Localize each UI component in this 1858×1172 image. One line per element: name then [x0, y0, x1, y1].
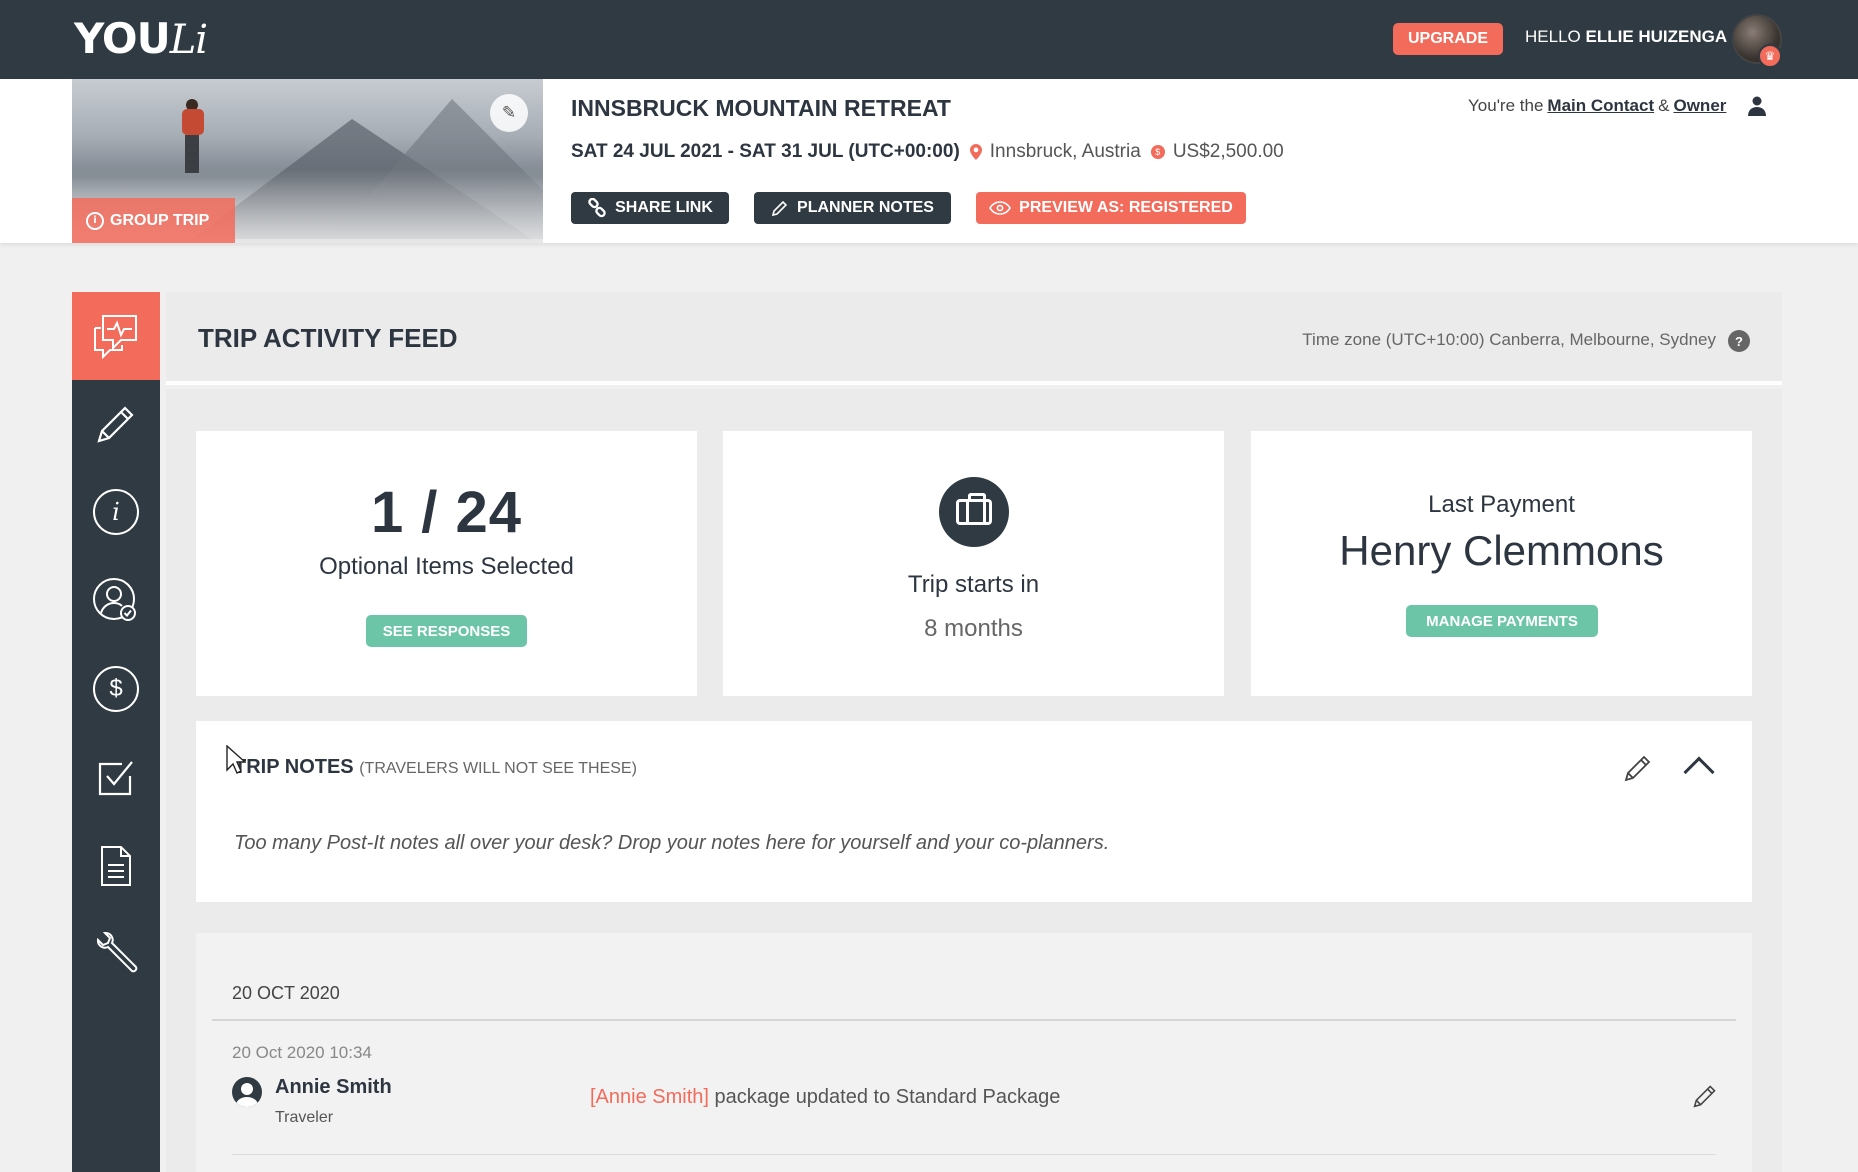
sidebar-item-documents[interactable] — [72, 822, 160, 910]
trip-meta: SAT 24 JUL 2021 - SAT 31 JUL (UTC+00:00)… — [571, 141, 1284, 163]
optional-items-label: Optional Items Selected — [319, 553, 574, 580]
optional-items-card: 1 / 24 Optional Items Selected SEE RESPO… — [196, 431, 697, 696]
manage-payments-button[interactable]: MANAGE PAYMENTS — [1406, 605, 1598, 637]
price-coin-icon: $ — [1150, 145, 1165, 159]
countdown-value: 8 months — [924, 615, 1023, 642]
trip-header: ✎ ⅰ GROUP TRIP INNSBRUCK MOUNTAIN RETREA… — [0, 79, 1858, 243]
divider — [212, 1019, 1736, 1021]
crown-badge-icon: ♛ — [1758, 44, 1782, 68]
wrench-icon — [96, 931, 138, 973]
last-payment-label: Last Payment — [1428, 491, 1575, 518]
sidebar-item-activity-feed[interactable] — [72, 292, 160, 380]
person-icon — [1748, 96, 1767, 116]
edit-entry-icon[interactable] — [1692, 1083, 1718, 1109]
help-icon[interactable]: ? — [1728, 330, 1750, 352]
trip-countdown-card: Trip starts in 8 months — [723, 431, 1224, 696]
collapse-chevron-icon[interactable] — [1683, 756, 1715, 788]
optional-items-count: 1 / 24 — [370, 480, 523, 545]
group-trip-tag: ⅰ GROUP TRIP — [72, 198, 235, 243]
contact-role: You're the Main Contact & Owner — [1468, 96, 1767, 116]
last-payment-card: Last Payment Henry Clemmons MANAGE PAYME… — [1251, 431, 1752, 696]
countdown-label: Trip starts in — [907, 571, 1040, 598]
activity-feed-list: 20 OCT 2020 20 Oct 2020 10:34 Annie Smit… — [196, 933, 1752, 1172]
preview-as-button[interactable]: PREVIEW AS: REGISTERED — [976, 192, 1246, 224]
eye-icon — [989, 201, 1012, 215]
feed-entry-actor[interactable]: [Annie Smith] — [590, 1086, 709, 1108]
sidebar-item-travelers[interactable] — [72, 557, 160, 645]
trip-sidebar: i $ — [72, 292, 160, 1172]
document-icon — [101, 846, 131, 886]
travelers-icon — [93, 578, 136, 621]
suitcase-icon — [939, 477, 1009, 547]
feed-date-heading: 20 OCT 2020 — [232, 983, 340, 1003]
sidebar-item-info[interactable]: i — [72, 468, 160, 556]
info-icon: i — [93, 489, 139, 535]
top-navigation-bar: YOULi UPGRADE HELLO ELLIE HUIZENGA ♛ — [0, 0, 1858, 79]
main-contact-link[interactable]: Main Contact — [1547, 96, 1654, 116]
trip-notes-subtitle: (TRAVELERS WILL NOT SEE THESE) — [359, 760, 637, 777]
pencil-icon — [771, 200, 788, 217]
pencil-icon — [97, 406, 134, 443]
user-name: ELLIE HUIZENGA — [1585, 27, 1728, 46]
trip-price: US$2,500.00 — [1172, 141, 1284, 162]
see-responses-button[interactable]: SEE RESPONSES — [366, 615, 527, 647]
feed-entry-name[interactable]: Annie Smith — [275, 1076, 392, 1099]
checklist-icon — [98, 761, 133, 796]
sidebar-item-edit[interactable] — [72, 380, 160, 468]
planner-notes-button[interactable]: PLANNER NOTES — [754, 192, 951, 224]
location-pin-icon — [969, 144, 982, 160]
activity-feed-header: TRIP ACTIVITY FEED Time zone (UTC+10:00)… — [166, 292, 1782, 385]
owner-link[interactable]: Owner — [1673, 96, 1726, 116]
trip-dates: SAT 24 JUL 2021 - SAT 31 JUL (UTC+00:00) — [571, 141, 960, 162]
edit-notes-icon[interactable] — [1623, 753, 1653, 783]
group-icon: ⅰ — [86, 211, 104, 230]
youli-logo[interactable]: YOULi — [74, 14, 208, 63]
trip-notes-panel: TRIP NOTES (TRAVELERS WILL NOT SEE THESE… — [196, 721, 1752, 902]
link-icon — [588, 198, 606, 218]
feed-entry-role: Traveler — [275, 1109, 334, 1126]
sidebar-item-payments[interactable]: $ — [72, 645, 160, 733]
upgrade-button[interactable]: UPGRADE — [1393, 23, 1503, 55]
dollar-icon: $ — [93, 666, 139, 712]
user-greeting[interactable]: HELLO ELLIE HUIZENGA — [1525, 27, 1727, 47]
trip-notes-text[interactable]: Too many Post-It notes all over your des… — [234, 832, 1109, 855]
page-title: TRIP ACTIVITY FEED — [198, 323, 458, 353]
feed-entry-message: [Annie Smith] package updated to Standar… — [590, 1086, 1061, 1108]
divider — [232, 1154, 1716, 1155]
trip-location: Innsbruck, Austria — [989, 141, 1141, 162]
trip-notes-title: TRIP NOTES (TRAVELERS WILL NOT SEE THESE… — [234, 756, 637, 778]
edit-cover-icon[interactable]: ✎ — [490, 94, 528, 132]
share-link-button[interactable]: SHARE LINK — [571, 192, 729, 224]
sidebar-item-checklist[interactable] — [72, 734, 160, 822]
trip-title: INNSBRUCK MOUNTAIN RETREAT — [571, 95, 951, 121]
sidebar-item-tools[interactable] — [72, 910, 160, 998]
activity-feed-icon — [94, 315, 137, 359]
feed-entry-timestamp: 20 Oct 2020 10:34 — [232, 1043, 372, 1062]
mouse-cursor-icon — [226, 745, 246, 775]
timezone-label: Time zone (UTC+10:00) Canberra, Melbourn… — [1302, 330, 1716, 349]
user-avatar-icon — [232, 1077, 262, 1107]
last-payment-name: Henry Clemmons — [1339, 527, 1664, 574]
